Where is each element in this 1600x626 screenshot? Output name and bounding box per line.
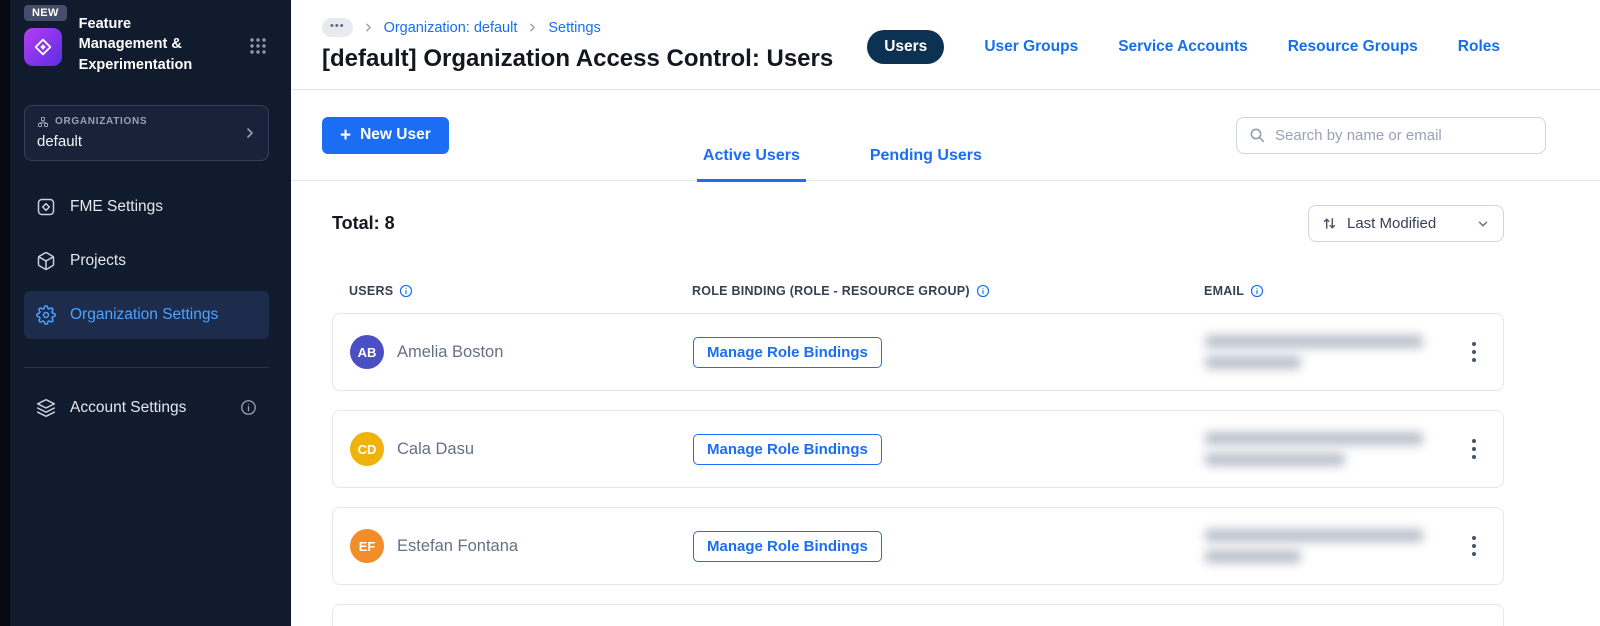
access-control-tabs: Users User Groups Service Accounts Resou… <box>867 30 1500 64</box>
user-name: Cala Dasu <box>397 439 475 458</box>
chevron-right-icon <box>362 21 375 34</box>
projects-icon <box>36 251 56 271</box>
row-menu-kebab-icon[interactable] <box>1462 334 1486 370</box>
sidebar-item-projects[interactable]: Projects <box>24 237 269 285</box>
page-header: ••• Organization: default Settings [defa… <box>291 0 1600 90</box>
apps-grid-icon[interactable] <box>249 37 267 75</box>
chevron-right-icon <box>526 21 539 34</box>
search-box[interactable] <box>1236 116 1546 154</box>
tab-resource-groups[interactable]: Resource Groups <box>1288 38 1418 56</box>
tab-roles[interactable]: Roles <box>1458 38 1500 56</box>
fme-settings-icon <box>36 197 56 217</box>
app-window: NEW Feature Management & Experimentation <box>0 0 1600 626</box>
sidebar-header: NEW Feature Management & Experimentation <box>24 5 269 75</box>
column-users: USERS <box>349 284 692 298</box>
table-row-partial <box>332 604 1504 626</box>
column-email-label: EMAIL <box>1204 284 1245 298</box>
sidebar-item-label: FME Settings <box>70 197 164 215</box>
email-redacted <box>1205 432 1446 466</box>
chevron-right-icon <box>242 125 258 141</box>
org-selector-value: default <box>37 132 83 150</box>
sidebar-item-fme-settings[interactable]: FME Settings <box>24 183 269 231</box>
sidebar-item-label: Account Settings <box>70 398 187 416</box>
sort-icon <box>1322 216 1337 231</box>
org-selector-label: ORGANIZATIONS <box>55 116 148 128</box>
info-icon[interactable] <box>240 399 257 416</box>
total-count: Total: 8 <box>332 213 395 233</box>
user-rows: AB Amelia Boston Manage Role Bindings CD… <box>332 313 1504 626</box>
email-redacted <box>1205 529 1446 563</box>
table-row: AB Amelia Boston Manage Role Bindings <box>332 313 1504 391</box>
new-user-button[interactable]: + New User <box>322 116 449 154</box>
tab-users[interactable]: Users <box>867 30 945 64</box>
tab-user-groups[interactable]: User Groups <box>984 38 1078 56</box>
manage-role-bindings-button[interactable]: Manage Role Bindings <box>693 336 882 368</box>
email-redacted <box>1205 335 1446 369</box>
toolbar: + New User Active Users Pending Users <box>291 90 1600 182</box>
column-email: EMAIL <box>1204 284 1447 298</box>
info-icon[interactable] <box>976 284 990 298</box>
search-input[interactable] <box>1275 126 1533 144</box>
sort-label: Last Modified <box>1347 215 1437 232</box>
manage-role-bindings-button[interactable]: Manage Role Bindings <box>693 433 882 465</box>
org-selector[interactable]: ORGANIZATIONS default <box>24 104 269 161</box>
user-state-tabs: Active Users Pending Users <box>449 90 1236 182</box>
tab-pending-users[interactable]: Pending Users <box>864 147 988 182</box>
sidebar-item-label: Projects <box>70 251 126 269</box>
breadcrumb-org-link[interactable]: Organization: default <box>384 20 518 36</box>
row-menu-kebab-icon[interactable] <box>1462 528 1486 564</box>
manage-role-bindings-button[interactable]: Manage Role Bindings <box>693 530 882 562</box>
new-user-button-label: New User <box>360 126 431 143</box>
avatar: EF <box>350 529 384 563</box>
column-role-binding-label: ROLE BINDING (ROLE - RESOURCE GROUP) <box>692 284 970 298</box>
user-name: Estefan Fontana <box>397 536 519 555</box>
plus-icon: + <box>340 124 352 146</box>
sidebar-item-organization-settings[interactable]: Organization Settings <box>24 290 269 339</box>
row-menu-kebab-icon[interactable] <box>1462 431 1486 467</box>
info-icon[interactable] <box>399 284 413 298</box>
table-row: EF Estefan Fontana Manage Role Bindings <box>332 507 1504 585</box>
main-content: ••• Organization: default Settings [defa… <box>291 0 1600 626</box>
sidebar-nav: FME Settings Projects Organization Setti… <box>24 183 269 339</box>
sidebar-item-account-settings[interactable]: Account Settings <box>24 384 269 432</box>
sidebar: NEW Feature Management & Experimentation <box>0 0 291 626</box>
table-header-row: USERS ROLE BINDING (ROLE - RESOURCE GROU… <box>332 284 1504 298</box>
avatar: CD <box>350 432 384 466</box>
app-title: Feature Management & Experimentation <box>78 16 193 73</box>
tab-service-accounts[interactable]: Service Accounts <box>1118 38 1248 56</box>
breadcrumb-settings-link[interactable]: Settings <box>548 20 600 36</box>
new-badge: NEW <box>24 5 67 21</box>
avatar: AB <box>350 335 384 369</box>
user-name: Amelia Boston <box>397 342 504 361</box>
sidebar-item-label: Organization Settings <box>70 305 219 323</box>
tab-active-users[interactable]: Active Users <box>696 147 806 182</box>
user-list-section: Total: 8 Last Modified USERS ROLE BINDIN… <box>291 181 1600 626</box>
gear-icon <box>36 304 56 325</box>
chevron-down-icon <box>1476 217 1490 231</box>
breadcrumb-ellipsis-button[interactable]: ••• <box>322 18 353 37</box>
column-users-label: USERS <box>349 284 394 298</box>
sort-dropdown[interactable]: Last Modified <box>1308 205 1504 242</box>
search-icon <box>1249 127 1266 144</box>
table-row: CD Cala Dasu Manage Role Bindings <box>332 410 1504 488</box>
app-logo-icon <box>24 28 62 66</box>
info-icon[interactable] <box>1250 284 1264 298</box>
layers-icon <box>36 398 56 418</box>
sidebar-divider <box>24 366 269 368</box>
column-role-binding: ROLE BINDING (ROLE - RESOURCE GROUP) <box>692 284 1204 298</box>
organization-icon <box>37 116 49 128</box>
